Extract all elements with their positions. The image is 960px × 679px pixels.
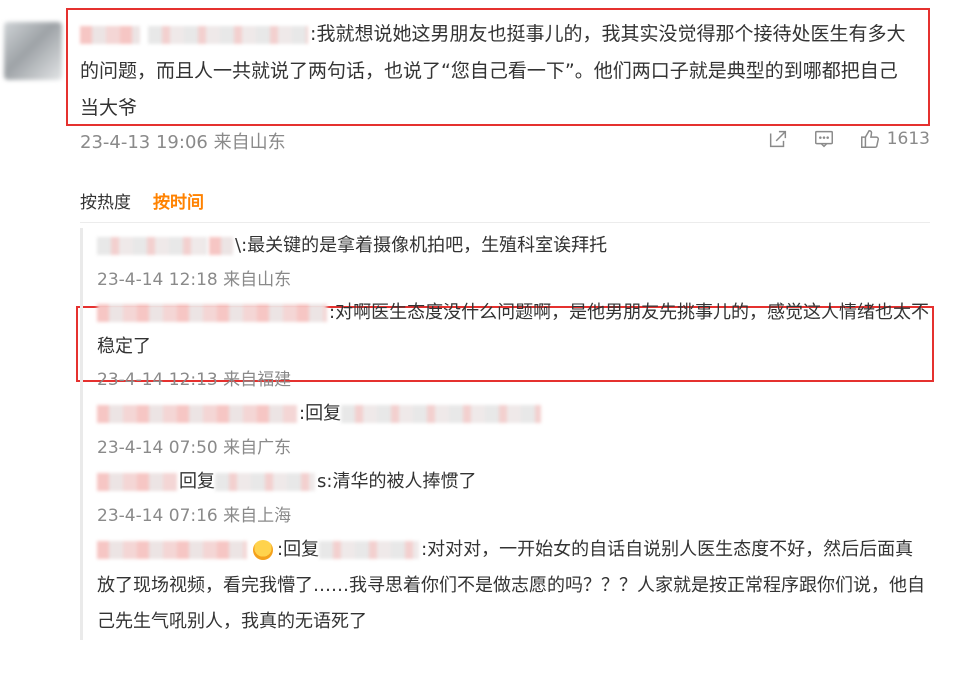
comment-actions: 1613 [767, 128, 930, 150]
blurred-username[interactable] [209, 237, 233, 255]
like-count: 1613 [886, 129, 930, 149]
main-comment-text: :我就想说她这男朋友也挺事儿的，我其实没觉得那个接待处医生有多大的问题，而且人一… [80, 23, 906, 119]
blurred-username[interactable] [97, 405, 297, 423]
reply-item: :对啊医生态度没什么问题啊，是他男朋友先挑事儿的，感觉这人情绪也太不稳定了 23… [97, 296, 930, 396]
reply-item: :回复 23-4-14 07:50 来自广东 [97, 396, 930, 464]
comment-button[interactable] [813, 128, 835, 150]
reply-meta: 23-4-14 12:18 来自山东 [97, 270, 292, 290]
reply-meta: 23-4-14 12:13 来自福建 [97, 370, 292, 390]
blurred-username[interactable] [97, 304, 327, 322]
share-button[interactable] [767, 128, 789, 150]
thumbs-up-icon [860, 130, 879, 148]
reply-item: :回复:对对对，一开始女的自话自说别人医生态度不好，然后后面真放了现场视频，看完… [97, 532, 930, 640]
emoji-icon [253, 540, 273, 560]
blurred-username[interactable] [97, 237, 207, 255]
share-icon [769, 130, 786, 148]
sort-by-hot[interactable]: 按热度 [80, 188, 131, 213]
reply-list: \:最关键的是拿着摄像机拍吧，生殖科室诶拜托 23-4-14 12:18 来自山… [80, 228, 930, 640]
blurred-username[interactable] [148, 25, 309, 44]
sort-tabs: 按热度 按时间 [80, 188, 204, 213]
commenter-avatar[interactable] [4, 22, 62, 80]
main-comment-box: :我就想说她这男朋友也挺事儿的，我其实没觉得那个接待处医生有多大的问题，而且人一… [66, 8, 930, 126]
sort-by-time[interactable]: 按时间 [153, 188, 204, 213]
blurred-username[interactable] [319, 541, 420, 559]
reply-text: \:最关键的是拿着摄像机拍吧，生殖科室诶拜托 [235, 235, 608, 256]
blurred-username[interactable] [215, 473, 315, 491]
divider [80, 222, 930, 223]
reply-mention: :回复 [277, 539, 320, 560]
reply-meta: 23-4-14 07:16 来自上海 [97, 506, 292, 526]
comment-icon [814, 130, 833, 148]
blurred-username[interactable] [97, 473, 177, 491]
reply-item: \:最关键的是拿着摄像机拍吧，生殖科室诶拜托 23-4-14 12:18 来自山… [97, 228, 930, 296]
reply-text: s:清华的被人捧惯了 [317, 471, 477, 492]
blurred-username[interactable] [97, 541, 247, 559]
blurred-content [341, 405, 542, 423]
like-button[interactable]: 1613 [859, 128, 930, 150]
main-comment-meta: 23-4-13 19:06 来自山东 [80, 132, 286, 153]
reply-item: 回复 s:清华的被人捧惯了 23-4-14 07:16 来自上海 [97, 464, 930, 532]
reply-meta: 23-4-14 07:50 来自广东 [97, 438, 292, 458]
reply-mention: 回复 [179, 471, 215, 492]
reply-text: :回复 [299, 403, 342, 424]
blurred-username[interactable] [80, 25, 140, 44]
